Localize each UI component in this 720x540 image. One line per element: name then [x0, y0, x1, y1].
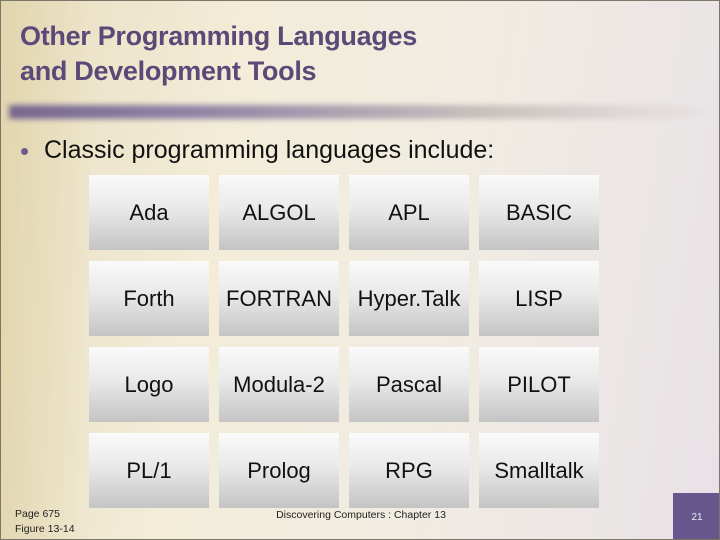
language-cell: Hyper.Talk: [349, 261, 469, 336]
bullet-text: Classic programming languages include:: [44, 136, 495, 164]
bullet-icon: [21, 148, 28, 155]
language-cell: Modula-2: [219, 347, 339, 422]
language-cell: ALGOL: [219, 175, 339, 250]
language-cell: PL/1: [89, 433, 209, 508]
language-cell: BASIC: [479, 175, 599, 250]
bullet-item: Classic programming languages include:: [21, 136, 494, 165]
slide: Other Programming Languages and Developm…: [0, 0, 720, 540]
language-cell: Logo: [89, 347, 209, 422]
language-cell: PILOT: [479, 347, 599, 422]
title-line-2: and Development Tools: [20, 56, 317, 86]
language-cell: FORTRAN: [219, 261, 339, 336]
slide-number: 21: [691, 511, 703, 523]
language-cell: Prolog: [219, 433, 339, 508]
language-cell: RPG: [349, 433, 469, 508]
language-cell: Ada: [89, 175, 209, 250]
language-cell: Pascal: [349, 347, 469, 422]
language-grid: Ada ALGOL APL BASIC Forth FORTRAN Hyper.…: [89, 175, 599, 508]
title-line-1: Other Programming Languages: [20, 21, 417, 51]
slide-number-badge: 21: [673, 493, 719, 539]
title-underline-bar: [9, 105, 719, 119]
footer-chapter-text: Discovering Computers : Chapter 13: [276, 509, 446, 521]
figure-reference: Figure 13-14: [15, 523, 75, 535]
language-cell: LISP: [479, 261, 599, 336]
language-cell: Forth: [89, 261, 209, 336]
language-cell: Smalltalk: [479, 433, 599, 508]
slide-title: Other Programming Languages and Developm…: [20, 19, 620, 89]
language-cell: APL: [349, 175, 469, 250]
